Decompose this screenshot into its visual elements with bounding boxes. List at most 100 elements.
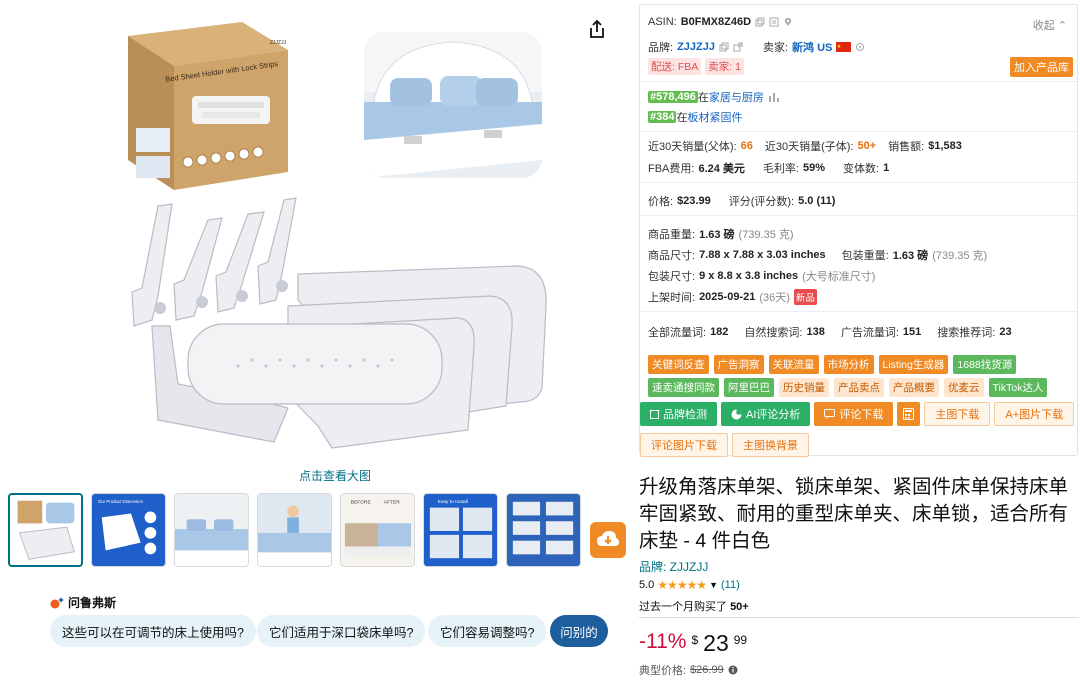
rufus-question-2[interactable]: 它们适用于深口袋床单吗? bbox=[257, 615, 426, 647]
shipping-row: 配送: FBA 卖家: 1 bbox=[648, 58, 744, 75]
brand-link[interactable]: ZJJZJJ bbox=[677, 41, 715, 53]
brand-check-button[interactable]: 品牌检测 bbox=[640, 402, 717, 426]
traffic-row: 全部流量词: 182 自然搜索词: 138 广告流量词: 151 搜索推荐词: … bbox=[648, 326, 1012, 339]
svg-text:BEFORE: BEFORE bbox=[351, 500, 372, 506]
rufus-question-1[interactable]: 这些可以在可调节的床上使用吗? bbox=[50, 615, 256, 647]
price-cents: 99 bbox=[733, 633, 748, 647]
product-title: 升级角落床单架、锁床单架、紧固件床单保持床单牢固紧致、耐用的重型床单夹、床单锁，… bbox=[639, 476, 1069, 552]
view-large-image-link[interactable]: 点击查看大图 bbox=[299, 467, 371, 484]
copy-icon[interactable] bbox=[755, 17, 765, 27]
chevron-down-icon[interactable]: ▼ bbox=[709, 580, 718, 590]
info-icon[interactable] bbox=[728, 665, 738, 675]
bedroom-inset-image bbox=[364, 32, 542, 178]
comment-icon bbox=[824, 409, 836, 419]
rating-count-link[interactable]: (11) bbox=[721, 579, 740, 591]
tool-tag[interactable]: 产品概要 bbox=[889, 378, 939, 397]
rating-value: 5.0 bbox=[639, 579, 655, 591]
seller-plugin-panel: ASIN: B0FMX8Z46D 收起 ⌃ 品牌: ZJJZJJ 卖家: 新鸿 … bbox=[639, 4, 1078, 457]
external-link-icon[interactable] bbox=[733, 42, 743, 52]
thumbnail-7[interactable] bbox=[506, 493, 581, 567]
pie-chart-icon bbox=[731, 409, 742, 419]
rank-category-link[interactable]: 家居与厨房 bbox=[709, 89, 764, 105]
thumbnail-1[interactable] bbox=[8, 493, 83, 567]
discount-percent: -11% bbox=[639, 630, 687, 653]
rufus-ask-other-button[interactable]: 问别的 bbox=[550, 615, 608, 647]
rank-category-link[interactable]: 板材紧固件 bbox=[687, 109, 742, 125]
calculator-icon bbox=[903, 408, 915, 420]
main-image-background-button[interactable]: 主图换背景 bbox=[732, 433, 809, 457]
tool-tag[interactable]: 速卖通搜同款 bbox=[648, 378, 719, 397]
copy-icon[interactable] bbox=[719, 42, 729, 52]
rating-row: 5.0 ★★★★★ ▼ (11) bbox=[639, 578, 740, 592]
location-icon[interactable] bbox=[783, 17, 793, 27]
asin-value: B0FMX8Z46D bbox=[680, 16, 752, 28]
cloud-download-button[interactable] bbox=[590, 522, 626, 558]
bar-chart-icon[interactable] bbox=[768, 92, 780, 102]
action-buttons-row-1: 品牌检测 AI评论分析 评论下载 主图下载 A+图片下载 bbox=[640, 402, 1075, 426]
seller-type-tag: 卖家: 1 bbox=[705, 58, 744, 75]
rufus-question-3[interactable]: 它们容易调整吗? bbox=[428, 615, 547, 647]
rank-row-2: #384 在 板材紧固件 bbox=[648, 109, 743, 125]
collapse-button[interactable]: 收起 ⌃ bbox=[1033, 17, 1067, 33]
rank-row-1: #578,496 在 家居与厨房 bbox=[648, 89, 780, 105]
brand-store-link[interactable]: 品牌: ZJJZJJ bbox=[639, 558, 708, 575]
svg-text:Our Product Dimension: Our Product Dimension bbox=[98, 499, 144, 504]
tool-tag[interactable]: TikTok达人 bbox=[988, 378, 1048, 397]
tool-tags: 关键词反查 广告洞察 关联流量 市场分析 Listing生成器 1688找货源速卖通搜同款… bbox=[648, 355, 1078, 397]
copy-alt-icon[interactable] bbox=[769, 17, 779, 27]
rufus-header: 问鲁弗斯 bbox=[50, 594, 116, 611]
bought-past-month: 过去一个月购买了 50+ bbox=[639, 601, 749, 613]
tool-tag[interactable]: 优麦云 bbox=[944, 378, 984, 397]
svg-text:Easy to Install: Easy to Install bbox=[438, 499, 468, 505]
seller-link[interactable]: 新鸿 US bbox=[792, 39, 832, 55]
review-image-download-button[interactable]: 评论图片下载 bbox=[640, 433, 728, 457]
thumbnail-4[interactable] bbox=[257, 493, 332, 567]
rufus-icon bbox=[50, 596, 64, 608]
package-dims-row: 包装尺寸: 9 x 8.8 x 3.8 inches (大号标准尺寸) bbox=[648, 270, 876, 283]
location-icon[interactable] bbox=[855, 42, 865, 52]
main-product-image[interactable] bbox=[118, 196, 558, 458]
rufus-title: 问鲁弗斯 bbox=[68, 596, 117, 610]
svg-text:AFTER: AFTER bbox=[384, 500, 400, 506]
price-score-row: 价格: $23.99 评分(评分数): 5.0 (11) bbox=[648, 195, 836, 208]
tool-tag[interactable]: 产品卖点 bbox=[834, 378, 884, 397]
china-flag-icon bbox=[836, 42, 852, 52]
review-download-button[interactable]: 评论下载 bbox=[814, 402, 894, 426]
weight-row: 商品重量: 1.63 磅 (739.35 克) bbox=[648, 229, 794, 241]
add-to-library-button[interactable]: 加入产品库 bbox=[1010, 57, 1073, 77]
tool-tag[interactable]: 广告洞察 bbox=[713, 355, 764, 374]
star-rating-icon[interactable]: ★★★★★ bbox=[657, 578, 707, 592]
checkbox-icon bbox=[650, 409, 659, 419]
svg-text:ZJJZJJ: ZJJZJJ bbox=[270, 40, 287, 46]
price-row: -11% $ 23 99 bbox=[639, 630, 748, 656]
share-icon[interactable] bbox=[586, 18, 608, 40]
thumbnail-6[interactable]: Easy to Install bbox=[423, 493, 498, 567]
ai-review-button[interactable]: AI评论分析 bbox=[721, 402, 811, 426]
ship-label: 配送: FBA bbox=[648, 58, 702, 75]
new-product-badge: 新品 bbox=[793, 289, 817, 305]
tool-tag[interactable]: 1688找货源 bbox=[953, 355, 1017, 374]
dimensions-row: 商品尺寸: 7.88 x 7.88 x 3.03 inches 包装重量: 1.… bbox=[648, 249, 988, 262]
price-whole: 23 bbox=[703, 630, 729, 656]
typical-price: $26.99 bbox=[690, 664, 724, 676]
thumbnail-5[interactable]: BEFORE AFTER bbox=[340, 493, 415, 567]
tool-tag[interactable]: 关键词反查 bbox=[648, 355, 709, 374]
fba-row: FBA费用: 6.24 美元 毛利率: 59% 变体数: 1 bbox=[648, 162, 890, 175]
tool-tag[interactable]: 市场分析 bbox=[823, 355, 874, 374]
thumbnail-2[interactable]: Our Product Dimension bbox=[91, 493, 166, 567]
tool-tag[interactable]: Listing生成器 bbox=[878, 355, 949, 374]
main-image-download-button[interactable]: 主图下载 bbox=[924, 402, 991, 426]
chevron-up-icon: ⌃ bbox=[1057, 20, 1067, 32]
calculator-button[interactable] bbox=[897, 402, 921, 426]
thumbnail-strip: Our Product Dimension BEFORE AFTER Easy t… bbox=[8, 493, 581, 567]
typical-price-row: 典型价格: $26.99 bbox=[639, 662, 738, 678]
tool-tag[interactable]: 历史销量 bbox=[779, 378, 829, 397]
asin-row: ASIN: B0FMX8Z46D bbox=[648, 16, 793, 28]
aplus-image-download-button[interactable]: A+图片下载 bbox=[994, 402, 1075, 426]
tool-tag[interactable]: 阿里巴巴 bbox=[724, 378, 774, 397]
cloud-download-icon bbox=[597, 531, 619, 546]
listed-date-row: 上架时间: 2025-09-21 (36天) 新品 bbox=[648, 289, 817, 305]
action-buttons-row-2: 评论图片下载 主图换背景 bbox=[640, 433, 809, 457]
thumbnail-3[interactable] bbox=[174, 493, 249, 567]
tool-tag[interactable]: 关联流量 bbox=[768, 355, 819, 374]
